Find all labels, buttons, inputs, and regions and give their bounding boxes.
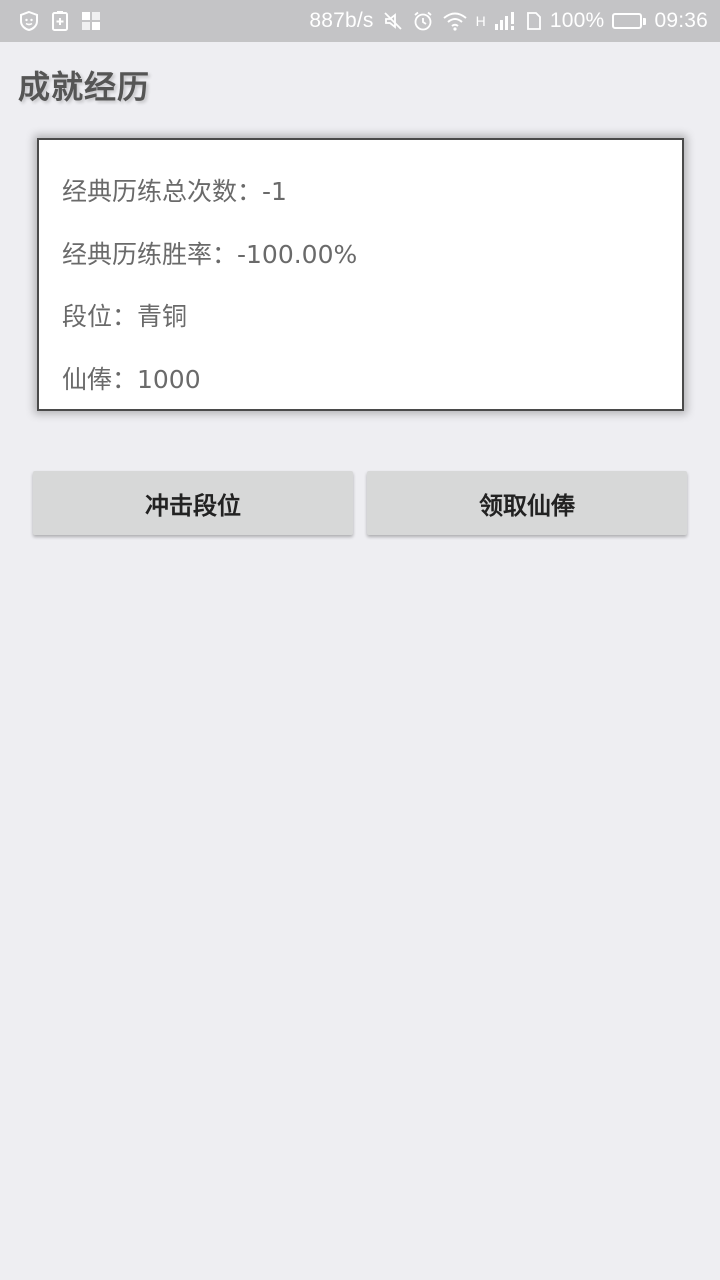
- total-battles-text: 经典历练总次数：-1: [62, 177, 287, 206]
- stats-card: 经典历练总次数：-1 经典历练胜率：-100.00% 段位：青铜 仙俸：1000: [37, 138, 684, 411]
- battery-percent: 100%: [549, 9, 605, 32]
- win-rate-text: 经典历练胜率：-100.00%: [62, 240, 358, 269]
- battery-saver-icon: [50, 10, 70, 32]
- status-bar: 887b/s H 100% 09:36: [0, 0, 720, 42]
- sim-card-icon: [526, 10, 542, 32]
- shield-icon: [18, 10, 40, 32]
- signal-icon: [494, 10, 518, 32]
- salary-text: 仙俸：1000: [62, 365, 201, 394]
- rank-up-button[interactable]: 冲击段位: [33, 471, 353, 535]
- network-type: H: [475, 13, 486, 29]
- network-speed: 887b/s: [309, 9, 374, 32]
- status-bar-right: 887b/s H 100% 09:36: [309, 0, 708, 42]
- status-bar-left: [18, 0, 102, 42]
- mute-icon: [382, 10, 404, 32]
- alarm-icon: [412, 10, 434, 32]
- page-title: 成就经历: [18, 68, 151, 106]
- wifi-icon: [442, 10, 468, 32]
- rank-text: 段位：青铜: [62, 302, 188, 331]
- clock: 09:36: [654, 9, 708, 32]
- claim-salary-button[interactable]: 领取仙俸: [367, 471, 687, 535]
- battery-icon: [612, 13, 647, 29]
- grid-app-icon: [80, 10, 102, 32]
